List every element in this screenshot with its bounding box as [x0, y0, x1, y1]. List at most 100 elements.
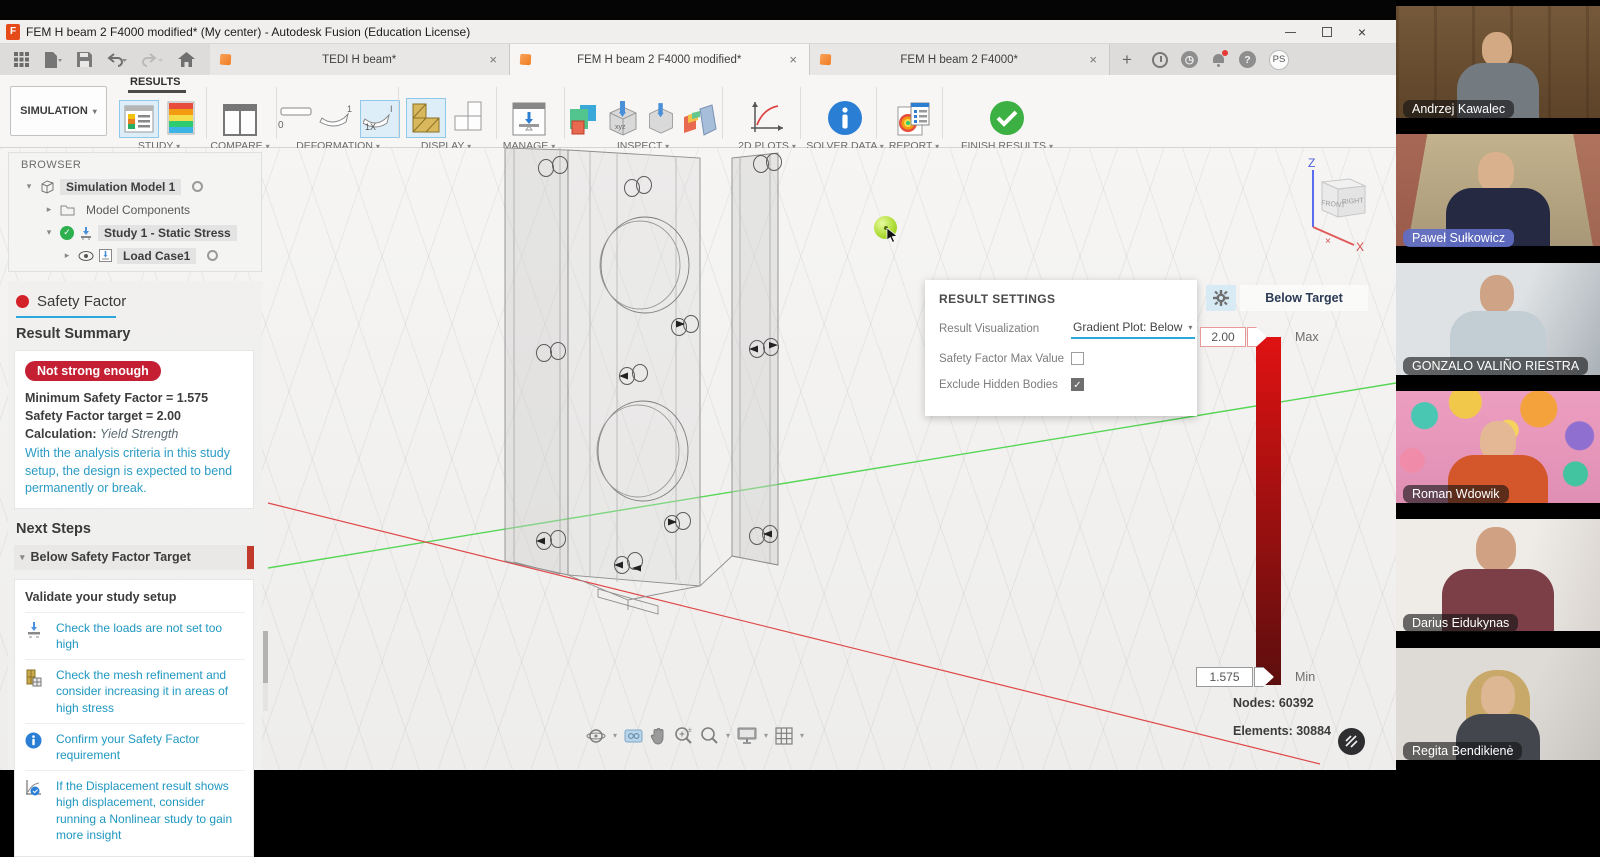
step-link[interactable]: Confirm your Safety Factor requirement [56, 731, 245, 763]
grid-settings-icon[interactable] [775, 727, 793, 745]
orbit-icon[interactable] [586, 727, 606, 745]
look-at-icon[interactable] [624, 728, 643, 744]
tree-item-label[interactable]: Load Case1 [117, 248, 196, 264]
next-step-item[interactable]: Check the mesh refinement and consider i… [25, 659, 245, 723]
h-beam-model[interactable] [480, 148, 800, 618]
visibility-radio-icon[interactable] [192, 181, 203, 192]
app-menu-icon[interactable] [14, 52, 29, 67]
legend-max-input[interactable]: 2.00 [1200, 327, 1246, 347]
expand-icon[interactable]: ▾ [43, 227, 55, 238]
inspect-slice-icon[interactable] [682, 103, 718, 137]
new-tab-button[interactable]: + [1110, 44, 1144, 75]
participant-tile[interactable]: Andrzej Kawalec [1396, 0, 1600, 128]
tree-item-study[interactable]: ▾ ✓ Study 1 - Static Stress [9, 221, 261, 244]
save-icon[interactable] [77, 52, 92, 67]
deformation-undeformed-icon[interactable]: 0 [277, 102, 313, 137]
display-blocks-icon[interactable] [451, 100, 485, 137]
close-button[interactable]: × [1358, 25, 1366, 39]
redo-icon[interactable] [142, 53, 164, 67]
undo-icon[interactable] [106, 53, 128, 67]
participant-tile[interactable]: Regita Bendikienė [1396, 642, 1600, 770]
display-settings-icon[interactable] [737, 727, 757, 744]
deformation-actual-icon[interactable]: 1 [319, 102, 355, 137]
pan-icon[interactable] [650, 727, 667, 745]
legend-min-input[interactable]: 1.575 [1196, 667, 1253, 687]
workspace-selector[interactable]: SIMULATION ▾ [10, 86, 107, 136]
home-icon[interactable] [178, 52, 195, 67]
job-status-icon[interactable]: ◷ [1181, 51, 1198, 68]
next-step-item[interactable]: Check the loads are not set too high [25, 612, 245, 659]
viewcube[interactable]: Z X × FRONT RIGHT [1262, 155, 1374, 255]
nodes-count: Nodes: 60392 [1233, 696, 1348, 710]
tree-item-load-case[interactable]: ▸ Load Case1 [9, 244, 261, 267]
participant-tile[interactable]: Paweł Sułkowicz [1396, 128, 1600, 256]
inspect-probe-icon[interactable] [646, 101, 676, 137]
ribbon-tab-results[interactable]: RESULTS [130, 76, 181, 88]
tab-close-icon[interactable]: × [1087, 52, 1099, 67]
participant-tile[interactable]: Darius Eidukynas [1396, 513, 1600, 641]
visibility-radio-icon[interactable] [207, 250, 218, 261]
result-type-title[interactable]: Safety Factor [37, 293, 126, 310]
tab-close-icon[interactable]: × [787, 52, 799, 67]
expand-icon[interactable]: ▾ [20, 552, 25, 563]
tree-item-label[interactable]: Simulation Model 1 [60, 179, 181, 195]
file-menu-icon[interactable] [43, 52, 63, 68]
selection-cursor [874, 216, 900, 242]
next-step-item[interactable]: Confirm your Safety Factor requirement [25, 723, 245, 770]
step-link[interactable]: If the Displacement result shows high di… [56, 778, 245, 843]
finish-results-icon[interactable] [988, 99, 1026, 137]
safety-factor-panel: Safety Factor Result Summary Not strong … [8, 281, 262, 770]
2d-plots-icon[interactable] [748, 99, 786, 137]
collapse-icon[interactable]: ▸ [61, 250, 73, 261]
tree-item-simulation-model[interactable]: ▾ Simulation Model 1 [9, 175, 261, 198]
minimize-button[interactable] [1285, 32, 1296, 33]
chevron-down-icon[interactable]: ▾ [726, 731, 730, 740]
study-results-icon[interactable] [120, 101, 158, 137]
chevron-down-icon[interactable]: ▾ [764, 731, 768, 740]
notifications-icon[interactable] [1211, 52, 1226, 67]
below-target-section[interactable]: ▾ Below Safety Factor Target [14, 545, 254, 570]
user-avatar[interactable]: PS [1269, 50, 1289, 70]
model-viewport[interactable]: BROWSER ▾ Simulation Model 1 ▸ Model Com… [0, 148, 1396, 770]
chevron-down-icon[interactable]: ▾ [800, 731, 804, 740]
scrollbar-thumb[interactable] [263, 631, 268, 683]
display-mesh-icon[interactable] [407, 99, 445, 137]
collapse-icon[interactable]: ▸ [43, 204, 55, 215]
max-value-checkbox[interactable] [1071, 352, 1084, 365]
step-link[interactable]: Check the loads are not set too high [56, 620, 245, 652]
tree-item-label[interactable]: Study 1 - Static Stress [98, 225, 237, 241]
inspect-point-xyz-icon[interactable]: xyz [606, 101, 640, 137]
extensions-icon[interactable] [1152, 52, 1168, 68]
group-deformation: 0 1 1XI DEFORMATION ▾ [280, 95, 396, 152]
report-icon[interactable] [895, 101, 933, 137]
compare-icon[interactable] [222, 103, 258, 137]
solver-data-icon[interactable] [826, 99, 864, 137]
maximize-button[interactable] [1322, 27, 1332, 37]
exclude-hidden-checkbox[interactable]: ✓ [1071, 378, 1084, 391]
tree-item-label[interactable]: Model Components [80, 202, 196, 218]
tab-fem-h-beam[interactable]: FEM H beam 2 F4000* × [810, 44, 1110, 75]
participant-tile[interactable]: Roman Wdowik [1396, 385, 1600, 513]
chevron-down-icon[interactable]: ▾ [613, 731, 617, 740]
help-icon[interactable]: ? [1239, 51, 1256, 68]
eye-icon[interactable] [78, 251, 94, 261]
tab-close-icon[interactable]: × [487, 52, 499, 67]
tab-fem-h-beam-modified[interactable]: FEM H beam 2 F4000 modified* × [510, 44, 810, 75]
legend-mode-label[interactable]: Below Target [1240, 285, 1368, 311]
document-icon [220, 54, 232, 66]
tab-tedi-h-beam[interactable]: TEDI H beam* × [210, 44, 510, 75]
tree-item-model-components[interactable]: ▸ Model Components [9, 198, 261, 221]
zoom-icon[interactable]: ± [674, 726, 693, 745]
step-link[interactable]: Check the mesh refinement and consider i… [56, 667, 245, 716]
fit-icon[interactable] [700, 726, 719, 745]
legend-settings-button[interactable] [1206, 285, 1236, 311]
inspect-results-icon[interactable] [568, 103, 600, 137]
next-step-item[interactable]: If the Displacement result shows high di… [25, 770, 245, 850]
participant-tile[interactable]: GONZALO VALIÑO RIESTRA [1396, 257, 1600, 385]
expand-icon[interactable]: ▾ [23, 181, 35, 192]
deformation-scaled-icon[interactable]: 1XI [361, 101, 399, 137]
panel-scrollbar[interactable] [263, 631, 268, 711]
manage-icon[interactable] [511, 101, 547, 137]
legend-colors-icon[interactable] [164, 101, 198, 137]
visualization-dropdown[interactable]: Gradient Plot: Below ▾ [1071, 318, 1195, 339]
